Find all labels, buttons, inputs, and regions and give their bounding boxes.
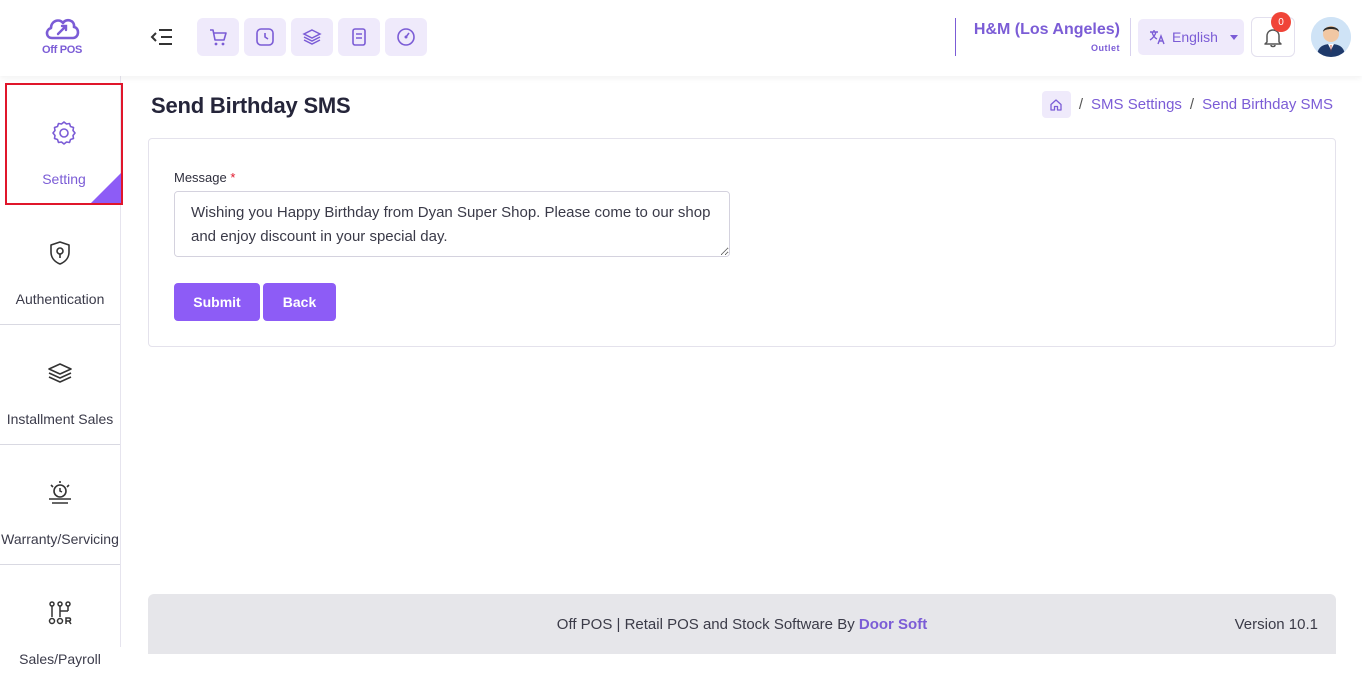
warranty-icon bbox=[49, 481, 71, 504]
active-corner-marker bbox=[91, 173, 121, 203]
dashboard-icon bbox=[397, 28, 415, 46]
footer-credit: Off POS | Retail POS and Stock Software … bbox=[148, 616, 1336, 633]
shield-icon bbox=[50, 241, 70, 265]
outlet-name: H&M (Los Angeles) bbox=[973, 21, 1120, 38]
dashboard-button[interactable] bbox=[385, 18, 427, 56]
top-bar: Off POS H&M (Los Angeles) Outlet English… bbox=[0, 0, 1362, 76]
message-textarea[interactable]: Wishing you Happy Birthday from Dyan Sup… bbox=[174, 191, 730, 257]
message-label-text: Message bbox=[174, 170, 227, 185]
sidebar-item-label: Sales/Payroll bbox=[19, 651, 101, 667]
outlet-selector[interactable]: H&M (Los Angeles) Outlet bbox=[955, 18, 1131, 56]
app-logo[interactable]: Off POS bbox=[36, 12, 88, 62]
sidebar-item-warranty-servicing[interactable]: Warranty/Servicing bbox=[0, 445, 120, 565]
required-marker: * bbox=[230, 170, 236, 185]
sidebar-item-label: Installment Sales bbox=[6, 411, 114, 427]
breadcrumb-current: Send Birthday SMS bbox=[1202, 96, 1333, 113]
receipt-icon bbox=[352, 28, 366, 46]
report-button[interactable] bbox=[338, 18, 380, 56]
footer-credit-text: Off POS | Retail POS and Stock Software … bbox=[556, 616, 859, 633]
translate-icon bbox=[1149, 30, 1165, 45]
attendance-button[interactable] bbox=[244, 18, 286, 56]
gear-icon bbox=[52, 121, 76, 145]
sidebar-item-setting[interactable]: Setting bbox=[5, 83, 123, 205]
sidebar-item-installment-sales[interactable]: Installment Sales bbox=[0, 325, 120, 445]
outlet-label: Outlet bbox=[1091, 43, 1120, 53]
back-button[interactable]: Back bbox=[263, 283, 336, 321]
language-label: English bbox=[1172, 29, 1218, 45]
sales-icon bbox=[48, 601, 72, 625]
sidebar-item-sales-payroll[interactable]: Sales/Payroll bbox=[0, 565, 120, 685]
message-label: Message * bbox=[174, 170, 235, 185]
chevron-down-icon bbox=[1229, 34, 1238, 40]
logo-text: Off POS bbox=[41, 44, 83, 56]
submit-button[interactable]: Submit bbox=[174, 283, 260, 321]
breadcrumb-sms-settings-link[interactable]: SMS Settings bbox=[1091, 96, 1182, 113]
sms-form-card: Message * Wishing you Happy Birthday fro… bbox=[148, 138, 1336, 347]
clock-icon bbox=[256, 28, 274, 46]
user-avatar-icon bbox=[1311, 17, 1351, 57]
breadcrumb-separator: / bbox=[1078, 96, 1084, 113]
pos-cart-button[interactable] bbox=[197, 18, 239, 56]
footer: Off POS | Retail POS and Stock Software … bbox=[148, 594, 1336, 654]
footer-brand-link[interactable]: Door Soft bbox=[859, 616, 927, 633]
cart-icon bbox=[210, 29, 227, 46]
avatar[interactable] bbox=[1311, 17, 1351, 57]
home-icon bbox=[1050, 98, 1063, 111]
layers-icon bbox=[48, 363, 72, 383]
menu-toggle-icon[interactable] bbox=[150, 27, 174, 47]
cloud-logo-icon bbox=[45, 18, 80, 40]
sidebar: Setting Authentication Installment Sales… bbox=[0, 76, 123, 667]
sidebar-item-label: Warranty/Servicing bbox=[1, 531, 119, 547]
stock-button[interactable] bbox=[291, 18, 333, 56]
layers-icon bbox=[302, 29, 322, 45]
app-version: Version 10.1 bbox=[1234, 616, 1318, 633]
sidebar-item-authentication[interactable]: Authentication bbox=[0, 205, 120, 325]
page-title: Send Birthday SMS bbox=[151, 93, 351, 118]
breadcrumb-home-link[interactable] bbox=[1041, 91, 1071, 118]
breadcrumb: / SMS Settings / Send Birthday SMS bbox=[1041, 91, 1333, 118]
sidebar-item-label: Authentication bbox=[15, 291, 105, 307]
language-dropdown[interactable]: English bbox=[1138, 19, 1244, 55]
breadcrumb-separator: / bbox=[1189, 96, 1195, 113]
notification-badge: 0 bbox=[1271, 12, 1291, 32]
